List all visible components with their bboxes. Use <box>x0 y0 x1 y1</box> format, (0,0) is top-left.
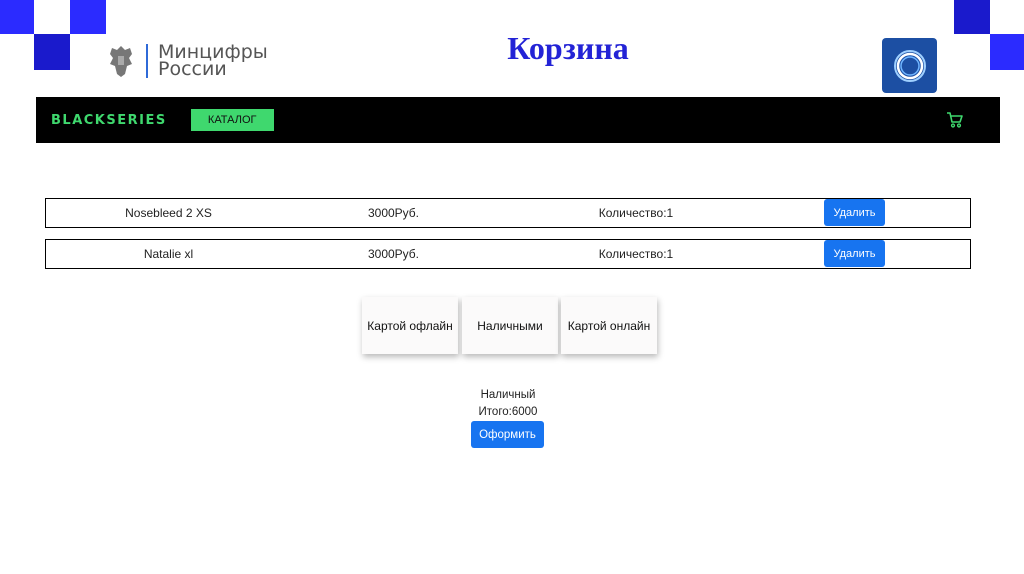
page-title: Корзина <box>507 30 629 66</box>
order-total: Итого:6000 <box>478 406 538 418</box>
delete-item-button[interactable]: Удалить <box>824 240 885 267</box>
payment-option-card-online[interactable]: Картой онлайн <box>561 297 657 354</box>
cart-item-row: Nosebleed 2 XS 3000Руб. Количество:1 Уда… <box>45 198 971 228</box>
item-quantity: Количество:1 <box>598 247 674 261</box>
cart-icon[interactable] <box>946 111 964 129</box>
catalog-button[interactable]: КАТАЛОГ <box>190 109 274 131</box>
item-name: Natalie xl <box>143 247 194 261</box>
delete-item-button[interactable]: Удалить <box>824 199 885 226</box>
corner-square <box>0 0 34 34</box>
corner-square <box>70 0 106 34</box>
checkout-button[interactable]: Оформить <box>471 421 544 448</box>
cart-item-row: Natalie xl 3000Руб. Количество:1 Удалить <box>45 239 971 269</box>
item-price: 3000Руб. <box>367 206 420 220</box>
payment-method-label: Наличный <box>480 389 536 401</box>
navbar: BLACKSERIES КАТАЛОГ <box>36 97 1000 143</box>
ring-logo-icon <box>882 38 937 93</box>
item-name: Nosebleed 2 XS <box>125 206 212 220</box>
payment-option-card-offline[interactable]: Картой офлайн <box>362 297 458 354</box>
item-quantity: Количество:1 <box>598 206 674 220</box>
item-price: 3000Руб. <box>367 247 420 261</box>
payment-option-cash[interactable]: Наличными <box>462 297 558 354</box>
brand-logo[interactable]: BLACKSERIES <box>51 113 167 128</box>
corner-square <box>954 0 990 34</box>
